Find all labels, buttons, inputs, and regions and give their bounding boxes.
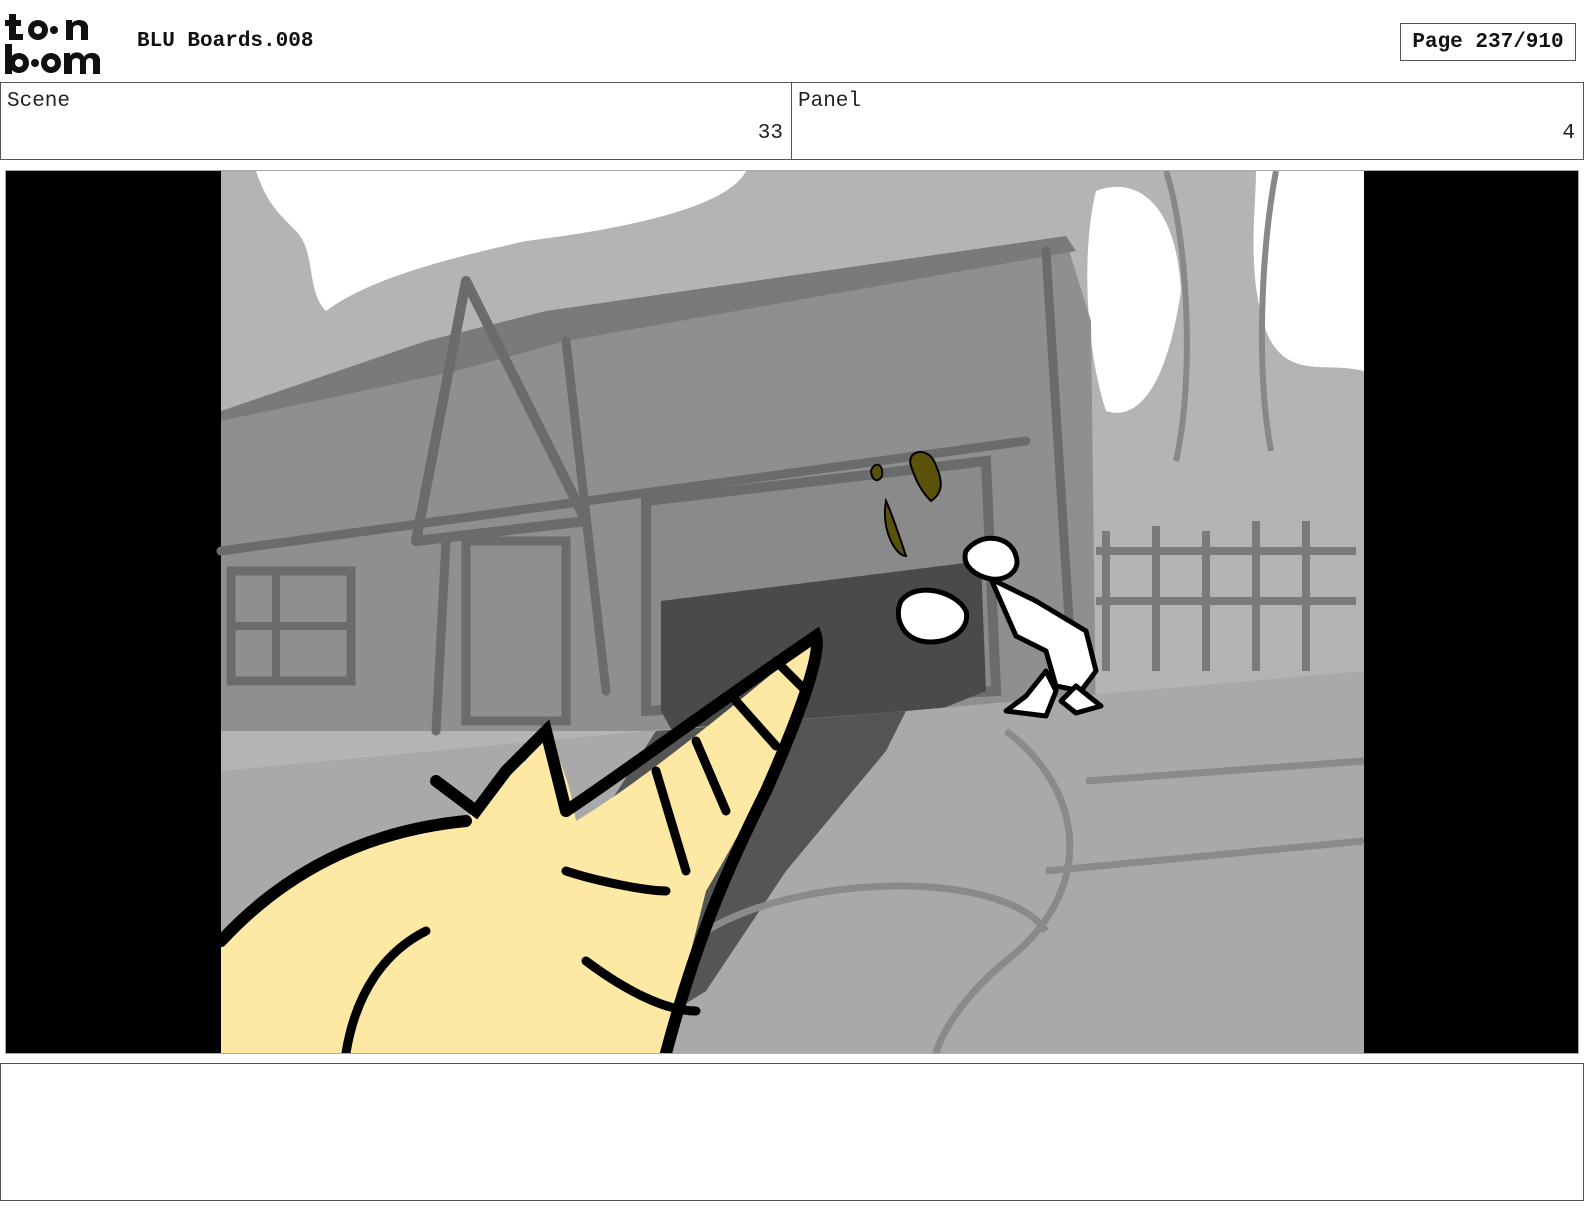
notes-box [0, 1063, 1584, 1201]
letterbox-left [6, 171, 221, 1053]
storyboard-panel-image [5, 170, 1579, 1054]
scene-cell: Scene 33 [0, 83, 792, 159]
panel-label: Panel [798, 90, 862, 113]
document-title: BLU Boards.008 [137, 30, 314, 53]
scene-artwork [215, 171, 1365, 1053]
toonboom-logo [4, 12, 116, 76]
panel-number: 4 [1562, 122, 1575, 145]
page-indicator: Page 237/910 [1400, 23, 1576, 61]
header: BLU Boards.008 Page 237/910 [0, 0, 1584, 82]
scene-label: Scene [7, 90, 71, 113]
panel-cell: Panel 4 [792, 83, 1584, 159]
storyboard-drawing [6, 171, 1578, 1053]
letterbox-right [1364, 171, 1578, 1053]
scene-number: 33 [757, 122, 783, 145]
scene-panel-info: Scene 33 Panel 4 [0, 82, 1584, 160]
